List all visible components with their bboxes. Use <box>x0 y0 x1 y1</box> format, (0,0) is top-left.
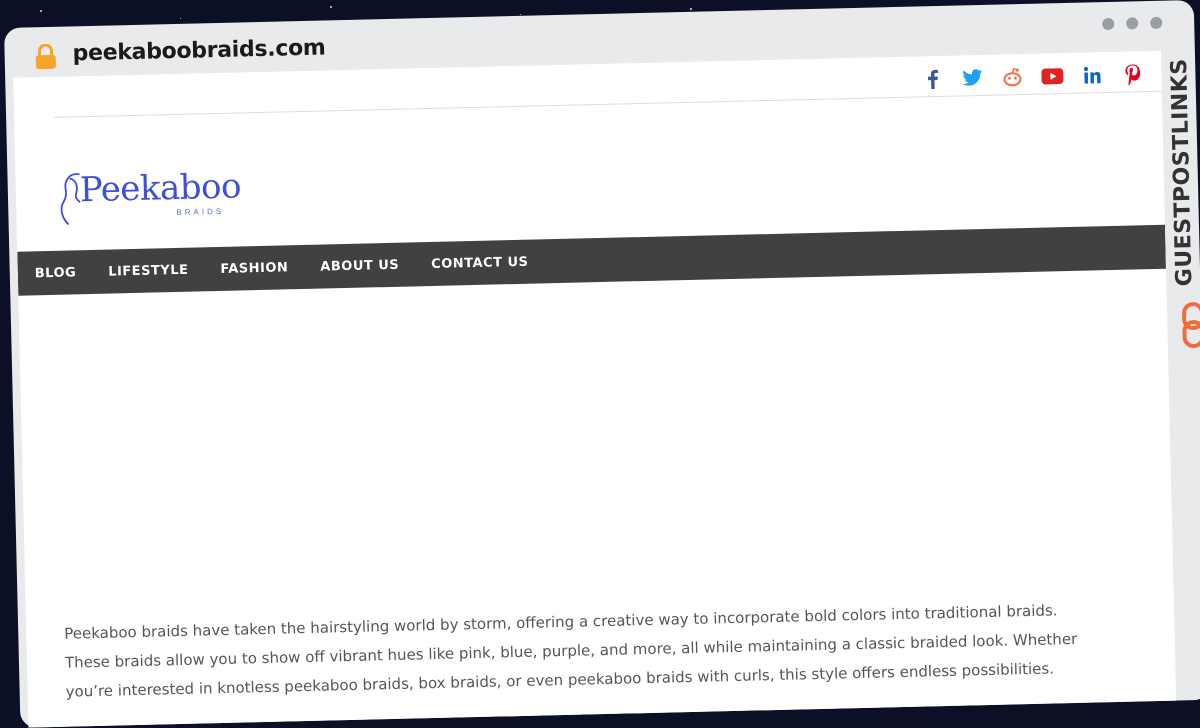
web-page: Peekaboo BRAIDS BLOG LIFESTYLE FASHION A… <box>13 50 1177 728</box>
window-dot <box>1102 17 1115 31</box>
chain-link-icon <box>1182 302 1200 349</box>
linkedin-icon[interactable] <box>1081 64 1104 87</box>
nav-item-contact-us[interactable]: CONTACT US <box>415 254 545 272</box>
nav-item-blog[interactable]: BLOG <box>18 264 93 281</box>
nav-item-lifestyle[interactable]: LIFESTYLE <box>92 262 205 280</box>
site-logo[interactable]: Peekaboo BRAIDS <box>57 164 259 239</box>
nav-item-fashion[interactable]: FASHION <box>204 259 304 277</box>
url-text[interactable]: peekaboobraids.com <box>72 35 325 66</box>
guestpostlinks-brand: GUESTPOSTLINKS <box>1163 50 1200 351</box>
twitter-icon[interactable] <box>961 67 984 90</box>
pinterest-icon[interactable] <box>1121 63 1144 86</box>
facebook-icon[interactable] <box>921 68 944 91</box>
logo-subtitle: BRAIDS <box>176 206 225 217</box>
lock-icon <box>35 43 56 70</box>
window-dot <box>1126 17 1139 30</box>
article-intro: Peekaboo braids have taken the hairstyli… <box>64 601 1078 701</box>
window-dot <box>1150 16 1163 29</box>
header-divider <box>54 90 1162 118</box>
logo-title: Peekaboo <box>79 166 242 211</box>
reddit-icon[interactable] <box>1001 66 1024 89</box>
social-links <box>921 63 1143 90</box>
brand-name: GUESTPOSTLINKS <box>1167 58 1198 287</box>
browser-window: peekaboobraids.com Peekaboo BRAIDS BLOG … <box>4 0 1200 728</box>
nav-item-about-us[interactable]: ABOUT US <box>304 257 415 275</box>
window-controls <box>1102 16 1163 31</box>
youtube-icon[interactable] <box>1041 65 1064 88</box>
